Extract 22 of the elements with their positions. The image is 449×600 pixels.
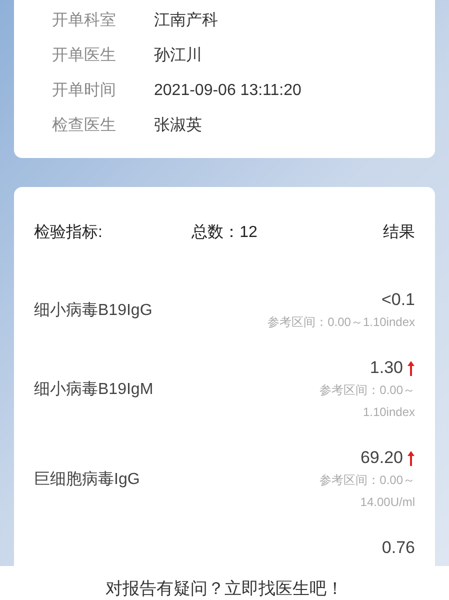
indicator-name: 细小病毒B19IgG [34, 300, 152, 321]
indicator-header: 检验指标: [34, 223, 104, 243]
result-value: 1.30 [370, 357, 403, 379]
info-label: 开单时间 [52, 80, 117, 101]
info-label: 检查医生 [52, 116, 117, 136]
info-value: 孙江川 [154, 46, 202, 66]
info-value: 张淑英 [154, 116, 202, 136]
reference-range: 参考区间：0.00～14.00U/ml [318, 472, 415, 511]
info-value: 2021-09-06 13:11:20 [154, 81, 302, 101]
indicator-name: 细小病毒B19IgM [34, 380, 154, 400]
result-value: 69.20 [360, 447, 403, 469]
reference-range: 参考区间：0.00～1.10index [318, 382, 415, 421]
indicator-name: 巨细胞病毒IgG [34, 470, 140, 490]
info-label: 开单医生 [52, 46, 117, 66]
reference-range: 参考区间：0.00～1.10index [268, 314, 415, 331]
result-value: 0.76 [382, 537, 415, 559]
result-header: 结果 [382, 222, 415, 243]
total-count: 总数：12 [192, 223, 258, 243]
footer-prompt: 对报告有疑问？立即找医生吧！ [106, 578, 344, 600]
info-label: 开单科室 [52, 10, 117, 31]
info-value: 江南产科 [154, 10, 218, 31]
result-value: <0.1 [381, 289, 415, 311]
